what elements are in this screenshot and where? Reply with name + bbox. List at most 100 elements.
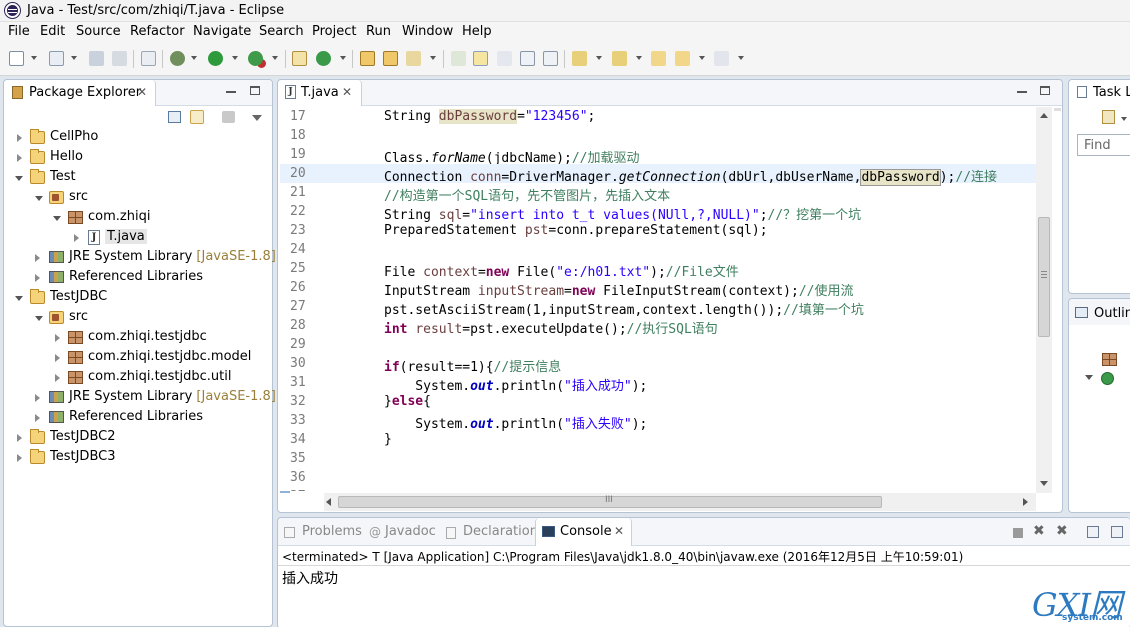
tree-item-package[interactable]: com.zhiqi.testjdbc.model (4, 348, 272, 368)
next-annotation-icon[interactable] (451, 51, 466, 66)
code-line[interactable]: 37 (280, 487, 1036, 491)
new-icon[interactable] (9, 51, 24, 66)
next-edit-icon[interactable] (572, 51, 587, 66)
run-external-icon[interactable] (248, 51, 263, 66)
tab-problems[interactable]: Problems (302, 524, 362, 539)
menu-help[interactable]: Help (462, 24, 492, 39)
tree-item-src[interactable]: src (4, 188, 272, 208)
code-line[interactable]: 36 (280, 468, 1036, 487)
menu-project[interactable]: Project (312, 24, 356, 39)
remove-launch-icon[interactable]: ✖ (1033, 523, 1045, 539)
code-line[interactable]: 17 String dbPassword="123456"; (280, 107, 1036, 126)
horizontal-scrollbar[interactable]: III (324, 493, 1036, 511)
scroll-right-icon[interactable] (1023, 498, 1028, 506)
tree-item-testjdbc3[interactable]: TestJDBC3 (4, 448, 272, 468)
search-icon[interactable] (406, 51, 421, 66)
paragraph-icon[interactable] (543, 51, 558, 66)
open-folder-icon[interactable] (383, 51, 398, 66)
tab-package-explorer[interactable]: Package Explorer ✕ (4, 80, 156, 106)
scroll-down-icon[interactable] (1040, 481, 1048, 486)
menu-search[interactable]: Search (259, 24, 304, 39)
code-line[interactable]: 24 (280, 240, 1036, 259)
code-line[interactable]: 25 File context=new File("e:/h01.txt");//… (280, 259, 1036, 280)
code-line[interactable]: 35 (280, 449, 1036, 468)
code-line[interactable]: 33 System.out.println("插入失败"); (280, 411, 1036, 432)
link-with-editor-icon[interactable] (190, 110, 204, 124)
new-project-icon[interactable] (49, 51, 64, 66)
menu-edit[interactable]: Edit (40, 24, 65, 39)
tree-item-jre-library[interactable]: JRE System Library [JavaSE-1.8] (4, 388, 276, 408)
tree-item-package[interactable]: com.zhiqi (4, 208, 272, 228)
code-line[interactable]: 19 Class.forName(jdbcName);//加载驱动 (280, 145, 1036, 166)
tree-item-referenced-libraries[interactable]: Referenced Libraries (4, 408, 272, 428)
code-line[interactable]: 22 String sql="insert into t_t values(NUl… (280, 202, 1036, 223)
clear-console-icon[interactable] (1087, 526, 1099, 538)
last-edit-icon[interactable] (651, 51, 666, 66)
chevron-down-icon[interactable] (596, 56, 602, 60)
menu-run[interactable]: Run (366, 24, 391, 39)
tree-item-cellpho[interactable]: CellPho (4, 128, 272, 148)
chevron-down-icon[interactable] (1121, 117, 1127, 121)
back-icon[interactable] (675, 51, 690, 66)
code-line[interactable]: 34} (280, 430, 1036, 449)
new-class-icon[interactable] (316, 51, 331, 66)
horizontal-scroll-thumb[interactable]: III (338, 495, 882, 508)
open-type-icon[interactable] (360, 51, 375, 66)
console-output[interactable]: 插入成功 (282, 568, 338, 588)
code-editor[interactable]: 17 String dbPassword="123456"; 18 19 Class.f… (280, 107, 1036, 491)
tree-item-src[interactable]: src (4, 308, 272, 328)
minimize-icon[interactable] (226, 91, 236, 93)
chevron-down-icon[interactable] (71, 56, 77, 60)
code-line[interactable]: 18 (280, 126, 1036, 145)
chevron-down-icon[interactable] (31, 56, 37, 60)
run-icon[interactable] (208, 51, 223, 66)
tree-item-jre-library[interactable]: JRE System Library [JavaSE-1.8] (4, 248, 276, 268)
vertical-scrollbar[interactable] (1036, 107, 1052, 493)
scroll-left-icon[interactable] (326, 498, 331, 506)
close-icon[interactable]: ✕ (137, 85, 147, 99)
maximize-icon[interactable] (1040, 86, 1050, 95)
show-whitespace-icon[interactable] (520, 51, 535, 66)
chevron-down-icon[interactable] (232, 56, 238, 60)
code-line[interactable]: 28 int result=pst.executeUpdate();//执行SQL… (280, 316, 1036, 337)
remove-all-terminated-icon[interactable]: ✖ (1056, 523, 1068, 539)
close-icon[interactable]: ✕ (614, 524, 624, 538)
scroll-thumb[interactable] (1038, 217, 1050, 337)
find-input[interactable]: Find (1077, 134, 1130, 156)
code-line[interactable]: 29 (280, 335, 1036, 354)
save-all-icon[interactable] (112, 51, 127, 66)
menu-file[interactable]: File (8, 24, 30, 39)
chevron-down-icon[interactable] (340, 56, 346, 60)
toggle-mark-occurrences-icon[interactable] (473, 51, 488, 66)
save-icon[interactable] (89, 51, 104, 66)
chevron-down-icon[interactable] (1085, 375, 1093, 380)
code-line[interactable]: 30 if(result==1){//提示信息 (280, 354, 1036, 375)
tab-console[interactable]: Console ✕ (535, 518, 632, 546)
tree-item-package[interactable]: com.zhiqi.testjdbc.util (4, 368, 272, 388)
menu-refactor[interactable]: Refactor (130, 24, 185, 39)
code-line[interactable]: 20 Connection conn=DriverManager.getConne… (280, 164, 1036, 186)
chevron-down-icon[interactable] (699, 56, 705, 60)
tab-task-list[interactable]: Task L (1069, 80, 1130, 106)
scroll-up-icon[interactable] (1040, 113, 1048, 118)
tree-item-hello[interactable]: Hello (4, 148, 272, 168)
forward-icon[interactable] (714, 51, 729, 66)
code-line[interactable]: 23 PreparedStatement pst=conn.prepareStat… (280, 221, 1036, 240)
terminate-icon[interactable] (1013, 528, 1023, 538)
tree-item-testjdbc2[interactable]: TestJDBC2 (4, 428, 272, 448)
chevron-down-icon[interactable] (636, 56, 642, 60)
code-line[interactable]: 32}else{ (280, 392, 1036, 411)
scroll-lock-icon[interactable] (1111, 526, 1123, 538)
collapse-all-icon[interactable] (168, 111, 181, 123)
skip-breakpoints-icon[interactable] (141, 51, 156, 66)
tree-item-referenced-libraries[interactable]: Referenced Libraries (4, 268, 272, 288)
tree-item-package[interactable]: com.zhiqi.testjdbc (4, 328, 272, 348)
tab-javadoc[interactable]: Javadoc (385, 524, 436, 539)
tab-t-java[interactable]: J T.java ✕ (278, 80, 362, 106)
code-line[interactable]: 21//构造第一个SQL语句，先不管图片，先插入文本 (280, 183, 1036, 204)
debug-icon[interactable] (170, 51, 185, 66)
code-line[interactable]: 27 pst.setAsciiStream(1,inputStream,conte… (280, 297, 1036, 318)
tab-declaration[interactable]: Declaration (463, 524, 538, 539)
chevron-down-icon[interactable] (272, 56, 278, 60)
menu-window[interactable]: Window (402, 24, 453, 39)
